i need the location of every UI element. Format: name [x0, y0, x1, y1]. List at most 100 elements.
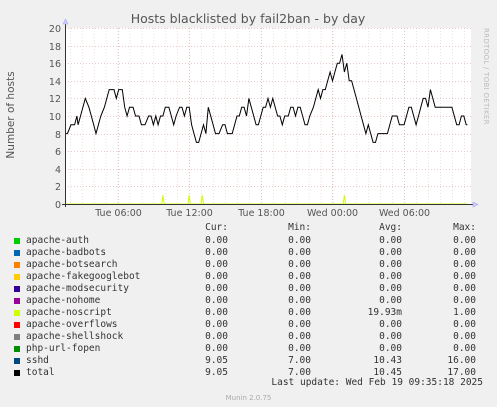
- munin-version: Munin 2.0.75: [225, 394, 272, 402]
- legend-value-min: 0.00: [288, 283, 311, 294]
- chart-title: Hosts blacklisted by fail2ban - by day: [131, 11, 366, 26]
- legend-value-cur: 0.00: [205, 307, 228, 318]
- legend-row: apache-overflows 0.00 0.00 0.00 0.00: [0, 319, 497, 331]
- y-tick-label: 16: [49, 59, 61, 70]
- legend-swatch: [14, 262, 20, 268]
- x-axis-arrow: [472, 201, 479, 208]
- legend-value-cur: 0.00: [205, 343, 228, 354]
- legend-value-avg: 0.00: [379, 295, 402, 306]
- legend-value-cur: 0.00: [205, 295, 228, 306]
- y-axis-arrow: [62, 18, 69, 25]
- legend-value-avg: 0.00: [379, 343, 402, 354]
- plot-background: [65, 28, 471, 204]
- legend-swatch: [14, 286, 20, 292]
- legend-swatch: [14, 298, 20, 304]
- legend-series-name: apache-fakegooglebot: [26, 271, 141, 282]
- legend-series-name: php-url-fopen: [26, 343, 101, 354]
- legend-value-max: 1.00: [453, 307, 476, 318]
- legend-row: php-url-fopen 0.00 0.00 0.00 0.00: [0, 343, 497, 355]
- legend-value-min: 0.00: [288, 259, 311, 270]
- legend-value-avg: 0.00: [379, 331, 402, 342]
- legend-value-min: 0.00: [288, 307, 311, 318]
- legend-value-avg: 0.00: [379, 271, 402, 282]
- x-tick-label: Tue 18:00: [237, 208, 285, 219]
- legend-row: apache-fakegooglebot 0.00 0.00 0.00 0.00: [0, 271, 497, 283]
- legend-value-cur: 0.00: [205, 319, 228, 330]
- legend-series-name: apache-modsecurity: [26, 283, 129, 294]
- x-tick-label: Tue 12:00: [165, 208, 213, 219]
- legend-swatch: [14, 358, 20, 364]
- legend-series-name: apache-botsearch: [26, 259, 118, 270]
- y-tick-label: 12: [49, 94, 61, 105]
- rrdtool-watermark: RRDTOOL / TOBI OETIKER: [482, 28, 490, 125]
- legend-header-min: Min:: [288, 222, 311, 233]
- y-tick-label: 0: [55, 200, 61, 211]
- legend-series-name: apache-nohome: [26, 295, 101, 306]
- legend-series-name: apache-auth: [26, 235, 89, 246]
- legend-value-cur: 0.00: [205, 259, 228, 270]
- legend-value-cur: 0.00: [205, 247, 228, 258]
- legend-value-min: 0.00: [288, 331, 311, 342]
- y-tick-label: 20: [49, 24, 61, 35]
- legend-series-name: sshd: [26, 355, 49, 366]
- legend-header-max: Max:: [453, 222, 476, 233]
- chart-area: 0 2 4 6 8 10 12 14 16 18 20 Tue 06:00 Tue 12:00 Tue 1…: [5, 11, 479, 219]
- legend-swatch: [14, 250, 20, 256]
- y-tick-label: 4: [55, 165, 61, 176]
- legend-row: apache-shellshock 0.00 0.00 0.00 0.00: [0, 331, 497, 343]
- legend-value-min: 0.00: [288, 247, 311, 258]
- legend-value-min: 7.00: [288, 355, 311, 366]
- legend-swatch: [14, 322, 20, 328]
- last-update: Last update: Wed Feb 19 09:35:18 2025: [271, 377, 483, 388]
- legend-value-cur: 0.00: [205, 235, 228, 246]
- legend-value-max: 0.00: [453, 259, 476, 270]
- legend-swatch: [14, 274, 20, 280]
- legend-value-min: 0.00: [288, 319, 311, 330]
- legend-value-max: 0.00: [453, 235, 476, 246]
- legend-value-max: 0.00: [453, 271, 476, 282]
- legend-header-cur: Cur:: [205, 222, 228, 233]
- y-tick-label: 14: [49, 77, 61, 88]
- legend-value-min: 0.00: [288, 271, 311, 282]
- y-tick-label: 18: [49, 42, 61, 53]
- legend-value-max: 0.00: [453, 247, 476, 258]
- legend-swatch: [14, 370, 20, 376]
- legend-series-name: apache-badbots: [26, 247, 107, 258]
- legend-row: apache-auth 0.00 0.00 0.00 0.00: [0, 235, 497, 247]
- legend-value-max: 0.00: [453, 319, 476, 330]
- legend-value-max: 0.00: [453, 283, 476, 294]
- y-axis-label: Number of hosts: [5, 71, 17, 158]
- legend-value-avg: 0.00: [379, 319, 402, 330]
- legend-value-max: 0.00: [453, 331, 476, 342]
- legend-value-min: 0.00: [288, 295, 311, 306]
- legend-series-name: apache-overflows: [26, 319, 118, 330]
- y-tick-label: 10: [49, 112, 61, 123]
- x-tick-label: Tue 06:00: [94, 208, 142, 219]
- legend-value-max: 0.00: [453, 295, 476, 306]
- legend-header: Cur: Min: Avg: Max:: [0, 222, 497, 234]
- legend-row: apache-noscript 0.00 0.00 19.93m 1.00: [0, 307, 497, 319]
- legend-row: sshd 9.05 7.00 10.43 16.00: [0, 355, 497, 367]
- legend-value-avg: 0.00: [379, 247, 402, 258]
- legend-value-avg: 0.00: [379, 283, 402, 294]
- x-tick-label: Wed 00:00: [307, 208, 358, 219]
- legend-row: apache-badbots 0.00 0.00 0.00 0.00: [0, 247, 497, 259]
- legend-value-cur: 9.05: [205, 355, 228, 366]
- legend-value-min: 0.00: [288, 235, 311, 246]
- x-tick-label: Wed 06:00: [379, 208, 430, 219]
- y-tick-label: 2: [55, 182, 61, 193]
- legend-series-name: apache-shellshock: [26, 331, 124, 342]
- legend-value-max: 16.00: [447, 355, 476, 366]
- legend-value-cur: 0.00: [205, 283, 228, 294]
- legend-swatch: [14, 238, 20, 244]
- y-tick-label: 8: [55, 130, 61, 141]
- legend-value-avg: 19.93m: [367, 307, 402, 318]
- legend-swatch: [14, 310, 20, 316]
- legend-series-name: apache-noscript: [26, 307, 112, 318]
- legend-value-avg: 0.00: [379, 235, 402, 246]
- legend-row: apache-nohome 0.00 0.00 0.00 0.00: [0, 295, 497, 307]
- legend-value-max: 0.00: [453, 343, 476, 354]
- legend-value-avg: 0.00: [379, 259, 402, 270]
- legend-swatch: [14, 334, 20, 340]
- legend-value-min: 0.00: [288, 343, 311, 354]
